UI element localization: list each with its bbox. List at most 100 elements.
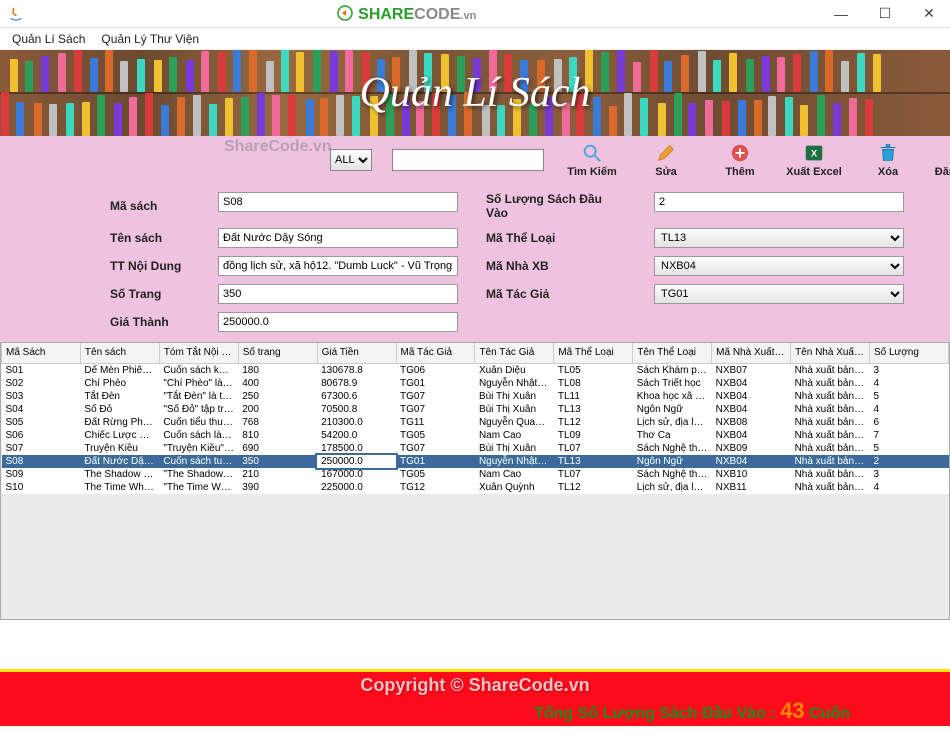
table-cell[interactable]: NXB11 [712,481,791,494]
table-cell[interactable]: 3 [869,468,948,481]
delete-button[interactable]: Xóa [860,142,916,178]
table-cell[interactable]: S03 [2,390,81,403]
table-cell[interactable]: 210300.0 [317,416,396,429]
table-cell[interactable]: TG11 [396,416,475,429]
table-cell[interactable]: S02 [2,377,81,390]
table-cell[interactable]: S10 [2,481,81,494]
table-cell[interactable]: TG07 [396,390,475,403]
table-row[interactable]: S04Số Đỏ"Số Đỏ" tập trun...20070500.8TG0… [2,403,949,416]
table-cell[interactable]: Cuốn sách tuôn... [159,455,238,468]
menu-quan-ly-thu-vien[interactable]: Quản Lý Thư Viện [93,30,207,48]
logout-button[interactable]: Đăng Xuất [934,142,950,178]
table-cell[interactable]: Nam Cao [475,429,554,442]
table-cell[interactable]: Chiếc Lược Ngà [80,429,159,442]
table-cell[interactable]: Thơ Ca [633,429,712,442]
table-cell[interactable]: 130678.8 [317,363,396,377]
column-header[interactable]: Số Lượng [869,343,948,363]
table-cell[interactable]: 768 [238,416,317,429]
table-cell[interactable]: 690 [238,442,317,455]
table-cell[interactable]: S08 [2,455,81,468]
table-cell[interactable]: 6 [869,416,948,429]
table-cell[interactable]: S01 [2,363,81,377]
table-cell[interactable]: NXB04 [712,429,791,442]
table-cell[interactable]: 250000.0 [317,455,396,468]
select-ma-tacgia[interactable]: TG01 [654,284,904,304]
table-cell[interactable]: "Tắt Đèn" là tiểu... [159,390,238,403]
close-button[interactable]: ✕ [916,4,942,24]
table-cell[interactable]: Sách Triết học [633,377,712,390]
table-cell[interactable]: Sách Nghệ thuật [633,468,712,481]
table-cell[interactable]: Cuốn tiểu thuyết... [159,416,238,429]
table-cell[interactable]: TL11 [554,390,633,403]
table-cell[interactable]: 4 [869,481,948,494]
table-cell[interactable]: Số Đỏ [80,403,159,416]
table-cell[interactable]: S07 [2,442,81,455]
select-ma-theloai[interactable]: TL13 [654,228,904,248]
table-row[interactable]: S01Dế Mèn Phiêu L...Cuốn sách kể v...180… [2,363,949,377]
table-cell[interactable]: TG01 [396,377,475,390]
table-cell[interactable]: TG05 [396,429,475,442]
table-cell[interactable]: Cuốn sách kể v... [159,363,238,377]
table-cell[interactable]: 390 [238,481,317,494]
table-cell[interactable]: 54200.0 [317,429,396,442]
table-cell[interactable]: 400 [238,377,317,390]
table-cell[interactable]: The Shadow of ... [80,468,159,481]
table-cell[interactable]: Đất Rừng Phươ... [80,416,159,429]
table-cell[interactable]: NXB08 [712,416,791,429]
table-cell[interactable]: Khoa học xã hội [633,390,712,403]
table-row[interactable]: S05Đất Rừng Phươ...Cuốn tiểu thuyết...76… [2,416,949,429]
table-cell[interactable]: Nhà xuất bản Q... [791,429,870,442]
table-cell[interactable]: Cuốn sách là bộ... [159,429,238,442]
column-header[interactable]: Tên Thể Loại [633,343,712,363]
table-cell[interactable]: Nhà xuất bản Vă... [791,442,870,455]
table-cell[interactable]: NXB04 [712,455,791,468]
table-cell[interactable]: "Số Đỏ" tập trun... [159,403,238,416]
input-gia-thanh[interactable] [218,312,458,332]
search-input[interactable] [392,149,544,171]
table-cell[interactable]: S09 [2,468,81,481]
table-cell[interactable]: TG07 [396,403,475,416]
table-cell[interactable]: 225000.0 [317,481,396,494]
table-cell[interactable]: 3 [869,363,948,377]
table-cell[interactable]: "Chí Phèo" là tả... [159,377,238,390]
table-cell[interactable]: Nhà xuất bản H... [791,363,870,377]
table-cell[interactable]: Chí Phèo [80,377,159,390]
table-cell[interactable]: S06 [2,429,81,442]
column-header[interactable]: Mã Tác Giả [396,343,475,363]
table-cell[interactable]: TL07 [554,442,633,455]
table-cell[interactable]: Bùi Thị Xuân [475,442,554,455]
table-cell[interactable]: 810 [238,429,317,442]
table-cell[interactable]: 350 [238,455,317,468]
column-header[interactable]: Số trang [238,343,317,363]
table-cell[interactable]: Nam Cao [475,468,554,481]
table-cell[interactable]: Xuân Diệu [475,363,554,377]
table-cell[interactable]: The Time When ... [80,481,159,494]
table-cell[interactable]: TL09 [554,429,633,442]
column-header[interactable]: Giá Tiền [317,343,396,363]
table-cell[interactable]: NXB10 [712,468,791,481]
table-cell[interactable]: 4 [869,377,948,390]
table-row[interactable]: S10The Time When ..."The Time Whe...3902… [2,481,949,494]
column-header[interactable]: Mã Thể Loại [554,343,633,363]
table-cell[interactable]: TG12 [396,481,475,494]
table-cell[interactable]: TL07 [554,468,633,481]
column-header[interactable]: Mã Nhà Xuất Bản [712,343,791,363]
table-cell[interactable]: Nguyễn Quang ... [475,416,554,429]
table-cell[interactable]: Ngôn Ngữ [633,455,712,468]
menu-quan-li-sach[interactable]: Quản Lí Sách [4,30,93,48]
export-button[interactable]: X Xuất Excel [786,142,842,178]
table-cell[interactable]: 167000.0 [317,468,396,481]
table-cell[interactable]: NXB04 [712,390,791,403]
edit-button[interactable]: Sửa [638,142,694,178]
table-cell[interactable]: "The Shadow of ... [159,468,238,481]
input-so-luong[interactable] [654,192,904,212]
table-cell[interactable]: 5 [869,442,948,455]
table-cell[interactable]: 250 [238,390,317,403]
maximize-button[interactable]: ☐ [872,4,898,24]
table-cell[interactable]: TL13 [554,403,633,416]
table-cell[interactable]: 2 [869,455,948,468]
table-cell[interactable]: 180 [238,363,317,377]
table-cell[interactable]: TL08 [554,377,633,390]
table-cell[interactable]: TG07 [396,442,475,455]
table-cell[interactable]: Nhà xuất bản Ki... [791,455,870,468]
